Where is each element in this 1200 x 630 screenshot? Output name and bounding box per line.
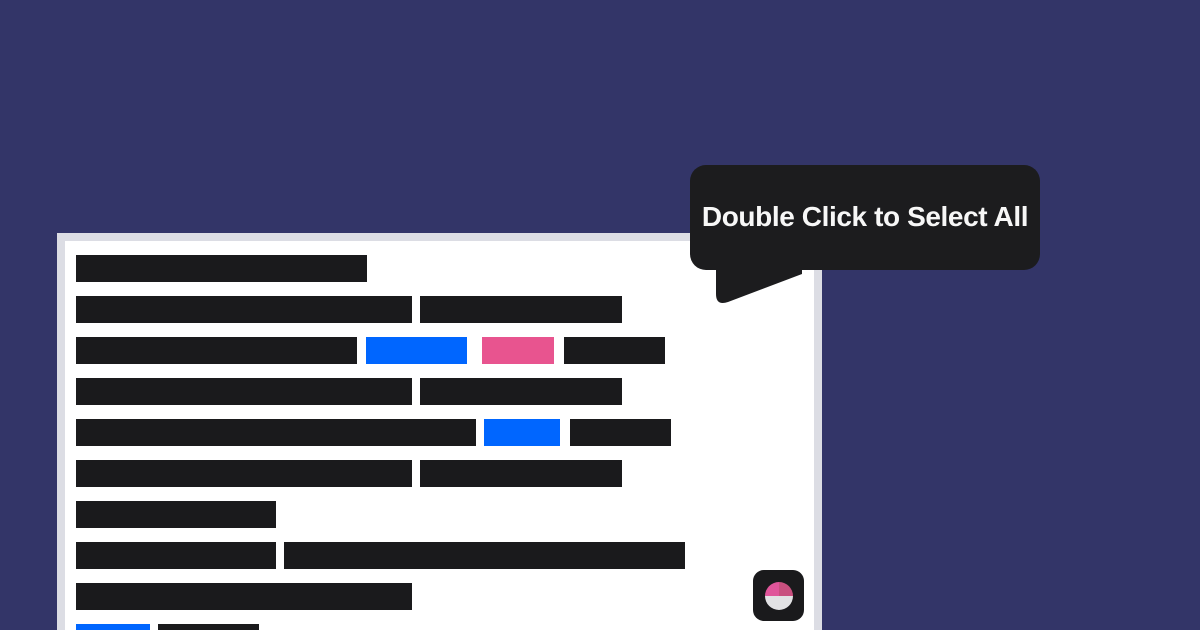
redacted-text-block[interactable] bbox=[284, 542, 685, 569]
tooltip-bubble: Double Click to Select All bbox=[690, 165, 1040, 270]
logo-slice-bottom bbox=[764, 595, 793, 610]
redacted-text-block[interactable] bbox=[76, 419, 476, 446]
document-canvas[interactable] bbox=[65, 241, 814, 630]
redacted-text-block[interactable] bbox=[76, 583, 412, 610]
redacted-text-block[interactable] bbox=[482, 337, 554, 364]
document-line[interactable] bbox=[65, 378, 622, 405]
redacted-text-block[interactable] bbox=[76, 460, 412, 487]
redacted-text-block[interactable] bbox=[76, 501, 276, 528]
pie-chart-logo[interactable] bbox=[753, 570, 804, 621]
redacted-text-block[interactable] bbox=[420, 460, 622, 487]
redacted-text-block[interactable] bbox=[366, 337, 467, 364]
redacted-text-block[interactable] bbox=[564, 337, 665, 364]
document-line[interactable] bbox=[65, 460, 622, 487]
document-line[interactable] bbox=[65, 337, 665, 364]
tooltip-label: Double Click to Select All bbox=[701, 201, 1029, 233]
document-line[interactable] bbox=[65, 501, 276, 528]
redacted-text-block[interactable] bbox=[76, 337, 357, 364]
document-line[interactable] bbox=[65, 624, 259, 630]
document-line[interactable] bbox=[65, 255, 367, 282]
redacted-text-block[interactable] bbox=[76, 255, 367, 282]
document-line[interactable] bbox=[65, 583, 412, 610]
redacted-text-block[interactable] bbox=[76, 378, 412, 405]
screenshot-stage: Double Click to Select All bbox=[0, 0, 1200, 630]
redacted-text-block[interactable] bbox=[76, 624, 150, 630]
redacted-text-block[interactable] bbox=[570, 419, 671, 446]
redacted-text-block[interactable] bbox=[420, 378, 622, 405]
redacted-text-block[interactable] bbox=[76, 542, 276, 569]
redacted-text-block[interactable] bbox=[484, 419, 560, 446]
logo-slice-top-right bbox=[778, 581, 793, 596]
logo-slice-top-left bbox=[764, 581, 779, 596]
redacted-text-block[interactable] bbox=[158, 624, 259, 630]
redacted-text-block[interactable] bbox=[420, 296, 622, 323]
redacted-text-block[interactable] bbox=[76, 296, 412, 323]
document-line[interactable] bbox=[65, 296, 622, 323]
document-line[interactable] bbox=[65, 542, 685, 569]
document-line[interactable] bbox=[65, 419, 671, 446]
